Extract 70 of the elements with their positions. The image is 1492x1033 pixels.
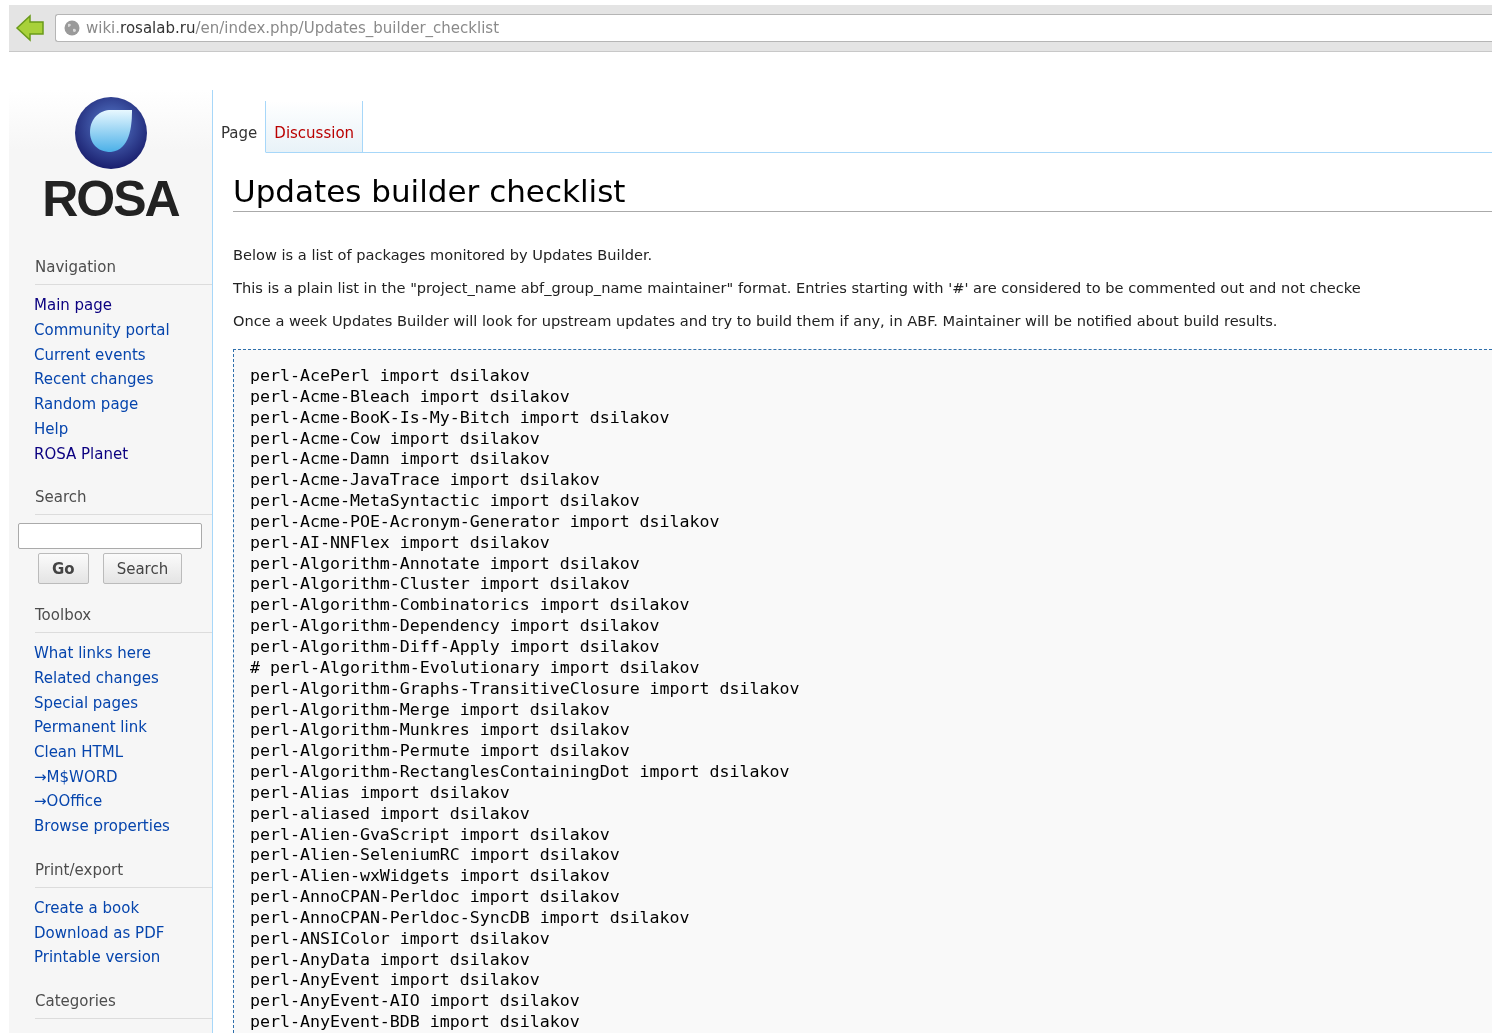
code-line: perl-Acme-Bleach import dsilakov bbox=[250, 386, 570, 408]
page-title: Updates builder checklist bbox=[233, 173, 1492, 212]
code-line: perl-Algorithm-Cluster import dsilakov bbox=[250, 574, 630, 596]
code-line: perl-AnyEvent-BDB import dsilakov bbox=[250, 1012, 580, 1033]
back-arrow-icon[interactable] bbox=[15, 13, 45, 43]
sidebar-link[interactable]: Main page bbox=[34, 293, 113, 319]
code-line: perl-AI-NNFlex import dsilakov bbox=[250, 532, 550, 554]
code-line: perl-Algorithm-Combinatorics import dsilakov bbox=[250, 595, 690, 617]
code-line: perl-Algorithm-Merge import dsilakov bbox=[250, 699, 610, 721]
code-line: perl-AnyData import dsilakov bbox=[250, 949, 530, 971]
code-line: perl-Algorithm-Annotate import dsilakov bbox=[250, 553, 640, 575]
url-text: wiki.rosalab.ru/en/index.php/Updates_builder_checklist bbox=[86, 19, 500, 37]
logo-drop-icon bbox=[73, 96, 148, 170]
go-button[interactable]: Go bbox=[38, 553, 89, 585]
code-line: perl-Alien-GvaScript import dsilakov bbox=[250, 824, 610, 846]
code-line: perl-Alias import dsilakov bbox=[250, 782, 510, 804]
sidebar-link[interactable]: Browse properties bbox=[34, 814, 170, 839]
page-tab[interactable]: Discussion bbox=[266, 101, 364, 153]
code-line: perl-Algorithm-RectanglesContainingDot import dsilakov bbox=[250, 762, 790, 783]
sidebar-link[interactable]: Recent changes bbox=[34, 367, 154, 393]
page-tab[interactable]: Page bbox=[213, 101, 267, 153]
code-line: perl-AnnoCPAN-Perldoc import dsilakov bbox=[250, 887, 620, 908]
code-line: perl-aliased import dsilakov bbox=[250, 803, 530, 825]
globe-icon bbox=[64, 20, 80, 36]
section-heading: Print/export bbox=[35, 852, 212, 888]
sidebar-link[interactable]: Random page bbox=[34, 392, 139, 417]
sidebar-link[interactable]: What links here bbox=[34, 641, 152, 666]
sidebar-link[interactable]: Community portal bbox=[34, 318, 170, 343]
sidebar-link[interactable]: ROSA Planet bbox=[34, 441, 129, 467]
section-heading: Search bbox=[35, 480, 212, 516]
code-line: perl-AnyEvent-AIO import dsilakov bbox=[250, 991, 580, 1013]
paragraph: Below is a list of packages monitored by Updates Builder. bbox=[233, 245, 654, 265]
sidebar-link[interactable]: Special pages bbox=[34, 690, 139, 716]
code-line: # perl-Algorithm-Evolutionary import dsilakov bbox=[250, 657, 700, 679]
code-line: perl-AnyEvent import dsilakov bbox=[250, 970, 540, 992]
code-line: perl-Algorithm-Diff-Apply import dsilakov bbox=[250, 636, 660, 658]
code-line: perl-Algorithm-Graphs-TransitiveClosure import dsilakov bbox=[250, 678, 800, 700]
code-line: perl-Algorithm-Munkres import dsilakov bbox=[250, 720, 630, 742]
paragraph: This is a plain list in the "project_name abf_group_name maintainer" format. Entries starting with '#' are considered to be commented out and not checke bbox=[233, 278, 1362, 298]
sidebar-link[interactable]: Related changes bbox=[34, 665, 159, 691]
sidebar-link[interactable]: →M$WORD bbox=[34, 764, 118, 790]
code-line: perl-Acme-JavaTrace import dsilakov bbox=[250, 470, 600, 492]
section-heading: Navigation bbox=[35, 250, 212, 286]
code-line: perl-Acme-Cow import dsilakov bbox=[250, 428, 540, 450]
code-line: perl-Acme-MetaSyntactic import dsilakov bbox=[250, 491, 640, 512]
code-line: perl-AcePerl import dsilakov bbox=[250, 366, 530, 387]
sidebar-link[interactable]: Printable version bbox=[34, 945, 161, 970]
logo-text[interactable]: ROSA bbox=[42, 174, 179, 224]
code-line: perl-Algorithm-Dependency import dsilakov bbox=[250, 616, 660, 637]
code-line: perl-ANSIColor import dsilakov bbox=[250, 928, 550, 950]
sidebar-link[interactable]: Clean HTML bbox=[34, 740, 124, 765]
search-field[interactable] bbox=[18, 523, 202, 550]
search-button[interactable]: Search bbox=[102, 553, 183, 585]
sidebar-link[interactable]: Create a book bbox=[34, 895, 140, 921]
code-line: perl-Algorithm-Permute import dsilakov bbox=[250, 741, 630, 763]
sidebar-link[interactable]: Permanent link bbox=[34, 715, 147, 741]
sidebar-link[interactable]: →OOffice bbox=[34, 789, 103, 815]
paragraph: Once a week Updates Builder will look for upstream updates and try to build them if any, in ABF. Maintainer will be notified about build results. bbox=[233, 311, 1279, 331]
code-line: perl-Acme-BooK-Is-My-Bitch import dsilakov bbox=[250, 407, 670, 429]
code-line: perl-Alien-SeleniumRC import dsilakov bbox=[250, 845, 620, 867]
address-bar[interactable]: wiki.rosalab.ru/en/index.php/Updates_builder_checklist bbox=[55, 14, 1492, 42]
sidebar-link[interactable]: Help bbox=[34, 416, 69, 442]
code-line: perl-Acme-POE-Acronym-Generator import dsilakov bbox=[250, 511, 720, 533]
section-heading: Categories bbox=[35, 984, 212, 1019]
sidebar-link[interactable]: Download as PDF bbox=[34, 920, 165, 946]
code-line: perl-Acme-Damn import dsilakov bbox=[250, 449, 550, 471]
code-line: perl-AnnoCPAN-Perldoc-SyncDB import dsilakov bbox=[250, 907, 690, 929]
sidebar-link[interactable]: Current events bbox=[34, 342, 146, 368]
section-heading: Toolbox bbox=[35, 598, 212, 634]
code-line: perl-Alien-wxWidgets import dsilakov bbox=[250, 866, 610, 888]
